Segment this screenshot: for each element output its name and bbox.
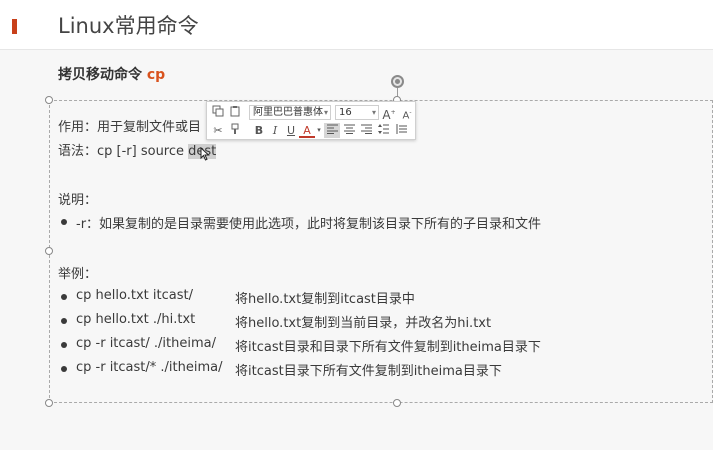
increase-font-icon: A [382,108,391,122]
decrease-font-size-button[interactable]: A- [399,105,415,121]
example-description: 将itcast目录下所有文件复制到itheima目录下 [235,364,502,379]
subtitle-text: 拷贝移动命令 [58,67,147,83]
example-command: cp -r itcast/ ./itheima/ [76,336,216,351]
text-format-toolbar: 阿里巴巴普惠体 ▾ 16 ▾ A+ A- ✂ B I U A ▾ [206,101,416,140]
example-description: 将hello.txt复制到当前目录，并改名为hi.txt [235,316,492,331]
font-family-value: 阿里巴巴普惠体 [253,107,323,118]
increase-font-size-button[interactable]: A+ [381,105,397,122]
example-description: 将hello.txt复制到itcast目录中 [235,292,415,307]
bullet [61,294,67,300]
examples-label: 举例： [58,267,98,282]
resize-handle-top-left[interactable] [45,96,53,104]
align-center-icon[interactable] [341,123,357,138]
paste-icon[interactable] [227,105,243,120]
chevron-down-icon: ▾ [371,108,376,117]
bullet [61,342,67,348]
align-left-icon[interactable] [324,123,340,138]
paragraph-spacing-icon[interactable] [393,123,409,138]
syntax-text: 语法：cp [-r] source [58,144,189,159]
align-right-icon[interactable] [358,123,374,138]
slide-title: Linux常用命令 [58,14,199,38]
slide-header: Linux常用命令 [0,0,713,50]
resize-handle-bottom-left[interactable] [45,399,53,407]
accent-bar [12,19,17,34]
example-description: 将itcast目录和目录下所有文件复制到itheima目录下 [235,340,541,355]
bullet [61,219,67,225]
chevron-down-icon: ▾ [323,108,328,117]
bullet [61,366,67,372]
example-command: cp hello.txt itcast/ [76,288,193,303]
section-subtitle: 拷贝移动命令 cp [58,64,165,84]
format-painter-icon[interactable] [227,123,243,138]
subtitle-command: cp [146,67,166,83]
font-size-select[interactable]: 16 ▾ [335,105,379,120]
underline-button[interactable]: U [283,123,299,138]
rotate-handle[interactable] [391,75,404,88]
syntax-line[interactable]: 语法：cp [-r] source dest [58,140,217,159]
notes-label: 说明： [58,193,98,208]
slide: Linux常用命令 拷贝移动命令 cp 作用：用于复制文件或目 语法：cp [-… [0,0,713,450]
note-item: -r：如果复制的是目录需要使用此选项，此时将复制该目录下所有的子目录和文件 [76,217,542,232]
font-family-select[interactable]: 阿里巴巴普惠体 ▾ [249,105,331,120]
bullet [61,318,67,324]
line-spacing-icon[interactable] [375,123,391,138]
resize-handle-bottom-center[interactable] [393,399,401,407]
copy-format-icon[interactable] [210,105,226,120]
mouse-cursor-icon [200,147,210,161]
italic-button[interactable]: I [267,123,283,138]
purpose-line[interactable]: 作用：用于复制文件或目 [58,116,201,135]
bold-button[interactable]: B [251,123,267,138]
example-command: cp hello.txt ./hi.txt [76,312,196,327]
font-size-value: 16 [339,107,352,118]
resize-handle-middle-left[interactable] [45,247,53,255]
scissors-icon[interactable]: ✂ [210,123,226,138]
example-command: cp -r itcast/* ./itheima/ [76,360,223,375]
